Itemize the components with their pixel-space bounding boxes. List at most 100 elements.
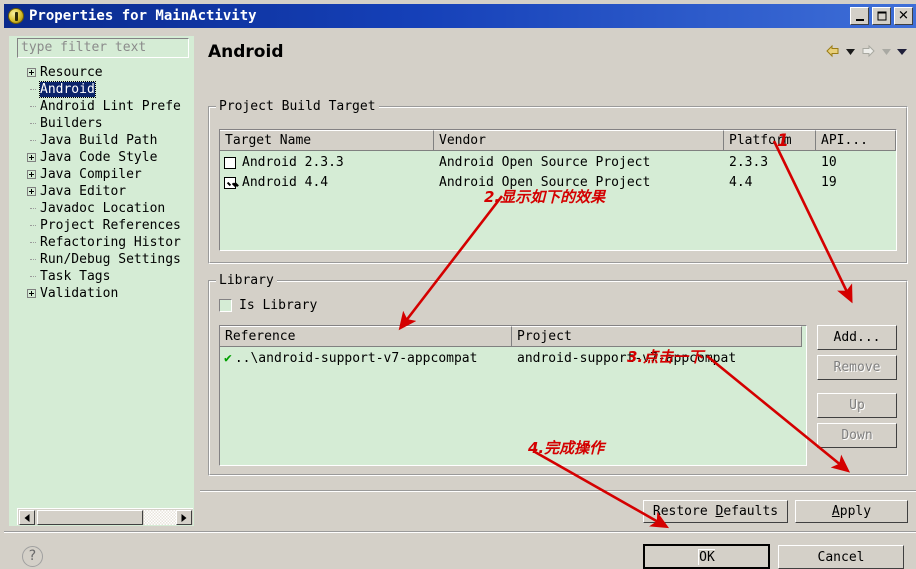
build-target-row[interactable]: Android 2.3.3 Android Open Source Project… [220,153,896,172]
tree-item-refactoring-histor[interactable]: Refactoring Histor [17,234,193,251]
restore-defaults-label: Restore Defaults [652,504,779,519]
forward-history-menu [881,44,892,59]
tree-item-builders[interactable]: Builders [17,115,193,132]
filter-input[interactable]: type filter text [17,38,189,58]
tree-item-label: Java Compiler [40,167,142,182]
view-menu-button[interactable] [896,44,908,59]
expand-plus-icon[interactable] [27,187,36,196]
tree-item-label: Validation [40,286,119,301]
tree-horizontal-scrollbar[interactable] [17,508,193,525]
build-target-col-platform[interactable]: Platform [724,130,816,151]
close-icon: ✕ [898,8,909,24]
chevron-down-icon [846,49,855,55]
tree-item-java-compiler[interactable]: Java Compiler [17,166,193,183]
down-button: Down [817,423,897,448]
back-button[interactable] [824,44,841,59]
footer-separator-lo [200,491,916,492]
left-arrow-icon [24,513,30,522]
cancel-label: Cancel [817,549,865,565]
target-checkbox[interactable] [224,156,236,169]
button-label: Up [849,398,865,413]
tree-item-label: Java Editor [40,184,127,199]
tree-item-java-build-path[interactable]: Java Build Path [17,132,193,149]
vendor-cell: Android Open Source Project [439,155,651,170]
dialog-client-area: type filter text Resource Android Android … [4,28,916,569]
tree-item-java-code-style[interactable]: Java Code Style [17,149,193,166]
tree-item-label: Builders [40,116,103,131]
tree-item-label: Project References [40,218,181,233]
apply-label: Apply [831,504,872,519]
chevron-down-icon [897,49,907,55]
tree-leaf-icon [27,238,36,247]
tree-item-label: Refactoring Histor [40,235,181,250]
scrollbar-thumb[interactable] [37,510,143,525]
expand-plus-icon[interactable] [27,153,36,162]
tree-item-resource[interactable]: Resource [17,64,193,81]
platform-cell: 2.3.3 [729,155,769,170]
apply-button[interactable]: Apply [795,500,908,523]
page-title: Android [208,42,284,62]
title-bar[interactable]: Properties for MainActivity ✕ [4,4,916,28]
expand-plus-icon[interactable] [27,170,36,179]
tree-item-task-tags[interactable]: Task Tags [17,268,193,285]
minimize-button[interactable] [850,7,869,25]
tree-item-project-references[interactable]: Project References [17,217,193,234]
add-button[interactable]: Add... [817,325,897,350]
maximize-button[interactable] [872,7,891,25]
library-col-reference[interactable]: Reference [220,326,512,347]
tree-item-label: Javadoc Location [40,201,166,216]
vendor-cell: Android Open Source Project [439,175,651,190]
back-history-menu[interactable] [845,44,856,59]
back-arrow-icon [826,44,839,58]
tree-item-run-debug-settings[interactable]: Run/Debug Settings [17,251,193,268]
scrollbar-track[interactable] [144,510,176,525]
api-cell: 19 [821,175,837,190]
restore-defaults-button[interactable]: Restore Defaults [643,500,788,523]
library-col-project[interactable]: Project [512,326,802,347]
tree-item-android[interactable]: Android [17,81,193,98]
target-name-cell[interactable]: Android 4.4 [220,175,434,190]
target-name-label: Android 4.4 [242,175,329,190]
scroll-right-button[interactable] [176,510,192,525]
preferences-tree[interactable]: Resource Android Android Lint Prefe Builder… [17,64,193,504]
target-name-cell[interactable]: Android 2.3.3 [220,155,434,170]
forward-button [860,44,877,59]
tree-item-label: Android Lint Prefe [40,99,181,114]
tree-item-java-editor[interactable]: Java Editor [17,183,193,200]
tree-item-javadoc-location[interactable]: Javadoc Location [17,200,193,217]
is-library-label: Is Library [239,298,318,313]
maximize-icon [877,11,886,21]
button-label: Remove [833,360,881,375]
tree-item-label: Task Tags [40,269,111,284]
properties-window-icon [8,8,24,24]
expand-plus-icon[interactable] [27,289,36,298]
build-target-col-vendor[interactable]: Vendor [434,130,724,151]
window-controls: ✕ [850,7,913,25]
build-target-col-target-name[interactable]: Target Name [220,130,434,151]
cancel-button[interactable]: Cancel [778,545,904,569]
tree-item-label: Java Code Style [40,150,158,165]
library-table-header: Reference Project [220,326,806,347]
reference-cell[interactable]: ✔ ..\android-support-v7-appcompat [220,351,512,366]
button-label: Add... [833,330,881,345]
build-target-table[interactable]: Target Name Vendor Platform API... Android … [219,129,897,251]
is-library-checkbox-row[interactable]: Is Library [219,298,317,313]
tree-item-validation[interactable]: Validation [17,285,193,302]
is-library-checkbox[interactable] [219,299,232,312]
library-row[interactable]: ✔ ..\android-support-v7-appcompat android-… [220,349,806,368]
project-build-target-label: Project Build Target [216,99,379,114]
target-checkbox[interactable] [224,176,236,189]
build-target-row[interactable]: Android 4.4 Android Open Source Project 4.… [220,173,896,192]
tree-leaf-icon [27,102,36,111]
tree-leaf-icon [27,255,36,264]
tree-item-label: Run/Debug Settings [40,252,181,267]
project-cell: android-support-v7-appcompat [517,351,737,366]
build-target-col-api[interactable]: API... [816,130,896,151]
chevron-down-icon [882,49,891,55]
library-reference-table[interactable]: Reference Project ✔ ..\android-support-v7-… [219,325,807,466]
tree-item-android-lint-prefe[interactable]: Android Lint Prefe [17,98,193,115]
close-button[interactable]: ✕ [894,7,913,25]
expand-plus-icon[interactable] [27,68,36,77]
up-button: Up [817,393,897,418]
scroll-left-button[interactable] [19,510,35,525]
